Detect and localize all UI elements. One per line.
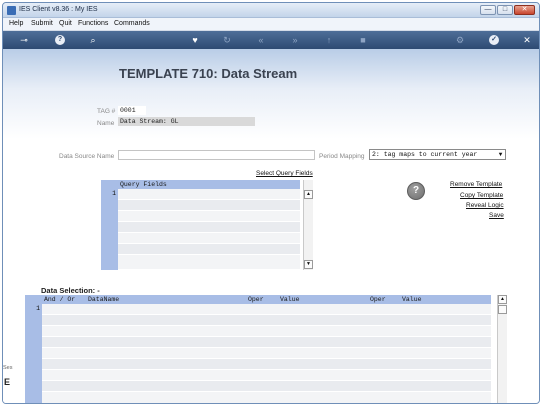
- data-source-label: Data Source Name: [59, 153, 115, 160]
- table-row[interactable]: [42, 315, 491, 326]
- period-mapping-value: 2: tag maps to current year: [372, 151, 478, 158]
- query-fields-header: Query Fields: [118, 180, 300, 189]
- query-fields-scrollbar[interactable]: ▲ ▼: [303, 180, 313, 270]
- heart-icon[interactable]: ♥: [189, 34, 201, 46]
- period-mapping-select[interactable]: 2: tag maps to current year ▼: [369, 149, 506, 160]
- page-title: TEMPLATE 710: Data Stream: [119, 66, 298, 81]
- menu-help[interactable]: Help: [9, 20, 23, 27]
- toolbar: ⊸ ? ⌕ ♥ ↻ « » ↑ ■ ⚙ ✓ ✕: [3, 31, 539, 49]
- column-header-dataname: DataName: [88, 296, 120, 303]
- query-fields-row-number: 1: [112, 190, 116, 197]
- main-content: TEMPLATE 710: Data Stream TAG # 0001 Nam…: [3, 49, 539, 403]
- menu-commands[interactable]: Commands: [114, 20, 150, 27]
- fast-forward-icon[interactable]: »: [289, 34, 301, 46]
- window-title: IES Client v8.36 : My IES: [19, 6, 98, 13]
- table-row[interactable]: [42, 337, 491, 348]
- query-fields-grid: [118, 189, 300, 270]
- check-icon[interactable]: ✓: [489, 35, 499, 45]
- column-header-value: Value: [280, 296, 300, 303]
- name-label: Name: [97, 120, 115, 127]
- data-selection-header: And / Or DataName Oper Value Oper Value: [42, 295, 491, 304]
- reveal-logic-link[interactable]: Reveal Logic: [466, 202, 504, 209]
- scroll-down-icon[interactable]: ▼: [304, 260, 313, 269]
- menu-submit[interactable]: Submit: [31, 20, 53, 27]
- chevron-down-icon[interactable]: ▼: [497, 151, 504, 158]
- data-selection-grid: [42, 304, 491, 403]
- query-fields-rownum-column: 1: [101, 180, 118, 270]
- search-icon[interactable]: ⌕: [87, 34, 99, 46]
- table-row[interactable]: [42, 304, 491, 315]
- side-label-bottom: E: [4, 377, 11, 387]
- menu-functions[interactable]: Functions: [78, 20, 108, 27]
- app-icon: [7, 6, 16, 15]
- scroll-up-icon[interactable]: ▲: [498, 295, 507, 304]
- data-selection-scrollbar[interactable]: ▲: [497, 295, 507, 403]
- table-row[interactable]: [118, 244, 300, 255]
- table-row[interactable]: [118, 189, 300, 200]
- minimize-button[interactable]: —: [480, 5, 496, 15]
- tag-field[interactable]: 0001: [118, 106, 146, 115]
- column-header-and-or: And / Or: [44, 296, 76, 303]
- menu-quit[interactable]: Quit: [59, 20, 72, 27]
- scroll-up-icon[interactable]: ▲: [304, 190, 313, 199]
- table-row[interactable]: [118, 200, 300, 211]
- menu-bar: Help Submit Quit Functions Commands: [3, 18, 539, 31]
- data-selection-rownum-column: 1: [25, 295, 42, 403]
- data-source-field[interactable]: [118, 150, 315, 160]
- copy-template-link[interactable]: Copy Template: [460, 192, 503, 199]
- period-mapping-label: Period Mapping: [319, 153, 365, 160]
- table-row[interactable]: [118, 255, 300, 270]
- table-row[interactable]: [118, 211, 300, 222]
- remove-template-link[interactable]: Remove Template: [450, 181, 502, 188]
- table-row[interactable]: [42, 370, 491, 381]
- table-row[interactable]: [118, 233, 300, 244]
- side-panel-edge: Ses E: [3, 359, 13, 403]
- select-query-fields-link[interactable]: Select Query Fields: [256, 170, 313, 177]
- tag-label: TAG #: [97, 108, 116, 115]
- key-icon[interactable]: ⊸: [13, 34, 35, 46]
- table-row[interactable]: [42, 348, 491, 359]
- column-header-value-2: Value: [402, 296, 422, 303]
- help-circle-icon[interactable]: ?: [407, 182, 425, 200]
- data-selection-row-number: 1: [36, 305, 40, 312]
- name-field[interactable]: Data Stream: GL: [118, 117, 255, 126]
- close-window-button[interactable]: ✕: [514, 5, 535, 15]
- table-row[interactable]: [42, 392, 491, 403]
- title-bar: IES Client v8.36 : My IES — □ ✕: [3, 3, 539, 18]
- rewind-icon[interactable]: «: [255, 34, 267, 46]
- maximize-button[interactable]: □: [497, 5, 513, 15]
- table-row[interactable]: [118, 222, 300, 233]
- column-header-oper-2: Oper: [370, 296, 386, 303]
- save-link[interactable]: Save: [489, 212, 504, 219]
- column-header-oper: Oper: [248, 296, 264, 303]
- table-row[interactable]: [42, 381, 491, 392]
- table-row[interactable]: [42, 359, 491, 370]
- refresh-icon[interactable]: ↻: [221, 34, 233, 46]
- table-row[interactable]: [42, 326, 491, 337]
- upload-icon[interactable]: ↑: [323, 34, 335, 46]
- close-icon[interactable]: ✕: [521, 34, 533, 46]
- help-icon[interactable]: ?: [55, 35, 65, 45]
- stop-icon[interactable]: ■: [357, 34, 369, 46]
- settings-icon[interactable]: ⚙: [454, 34, 466, 46]
- side-label-top: Ses: [3, 365, 13, 371]
- app-window: IES Client v8.36 : My IES — □ ✕ Help Sub…: [2, 2, 540, 404]
- data-selection-title: Data Selection: -: [41, 286, 100, 295]
- scroll-thumb[interactable]: [498, 305, 507, 314]
